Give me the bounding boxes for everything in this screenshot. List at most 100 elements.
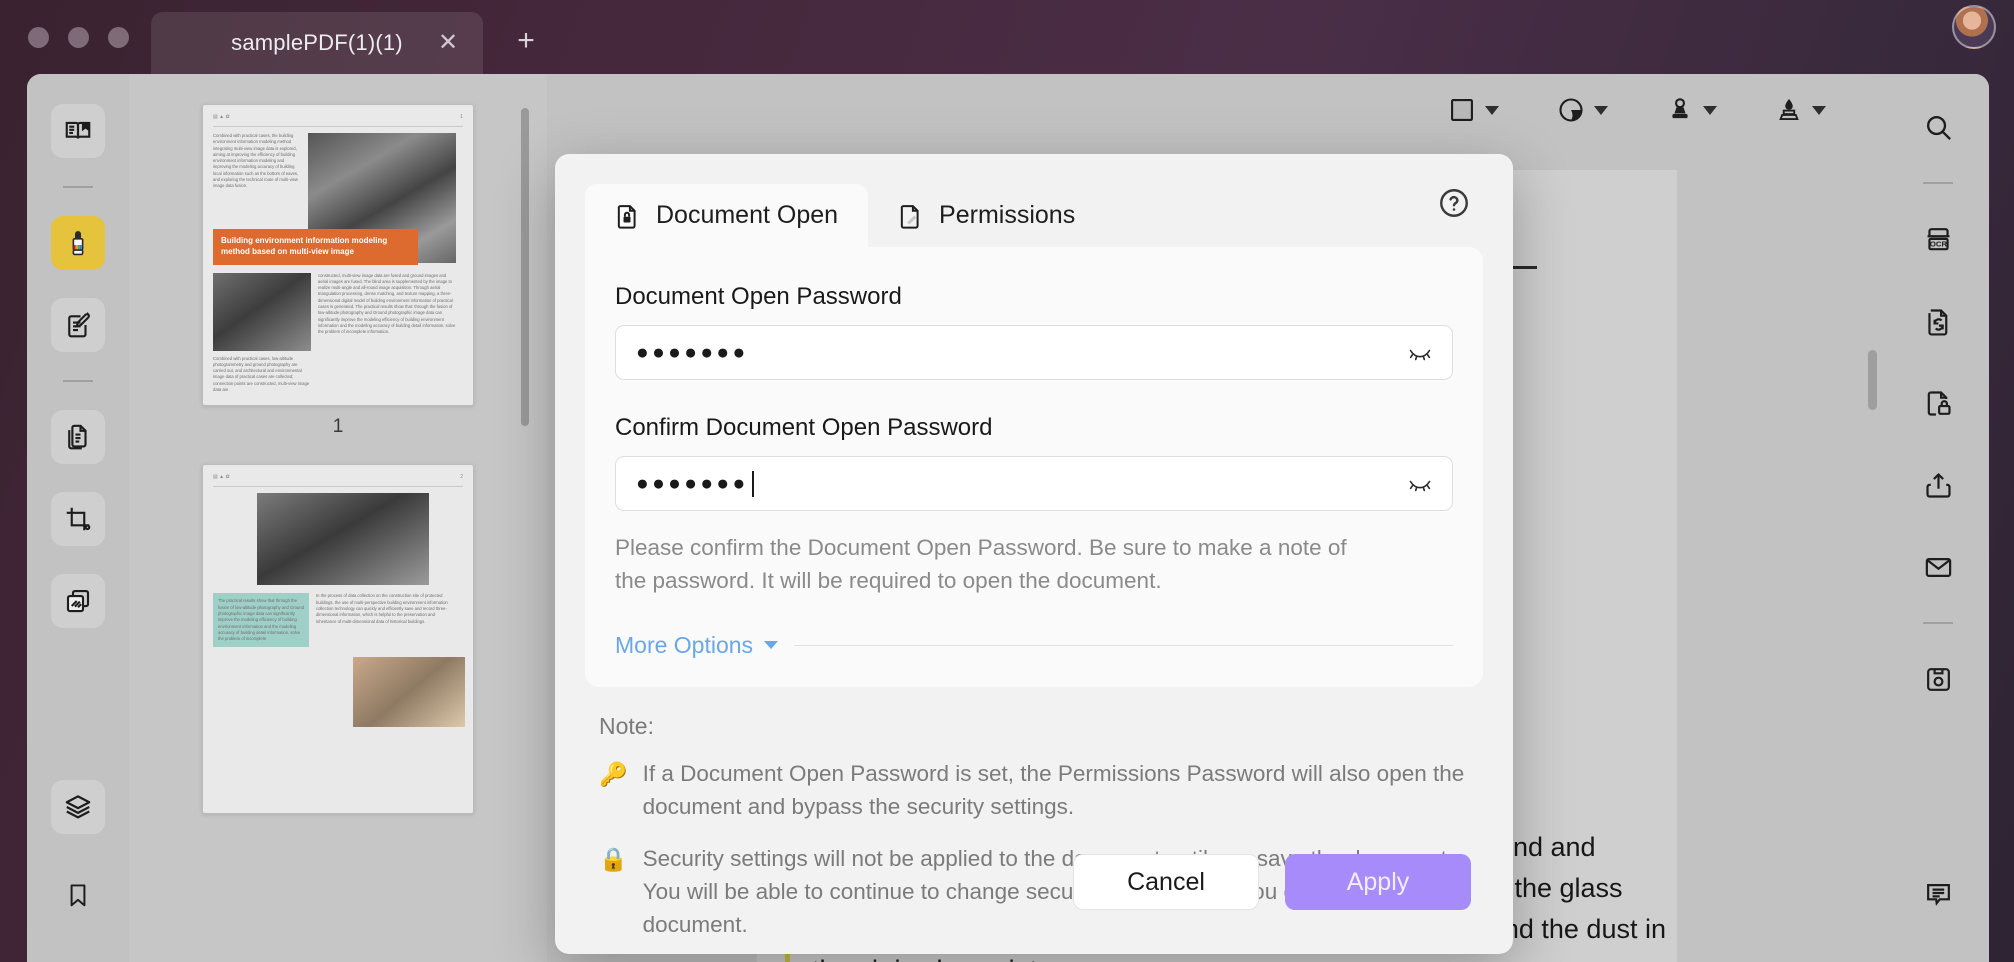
apply-button[interactable]: Apply (1285, 854, 1471, 910)
sidebar-item-protect[interactable] (1911, 376, 1965, 430)
key-emoji: 🔑 (599, 761, 628, 787)
thumb-header-2: ▤ ▲ ✿ 2 (213, 474, 463, 481)
thumb2-col2-text: In the process of data collection on the… (316, 593, 448, 624)
confirm-password-field[interactable]: ●●●●●●● (615, 456, 1453, 511)
highlighter-icon (63, 228, 93, 258)
crop-icon (63, 504, 93, 534)
eye-closed-icon[interactable] (1404, 472, 1436, 496)
sidebar-item-convert[interactable] (1911, 294, 1965, 348)
book-icon (63, 116, 93, 146)
rail-divider-1 (63, 186, 93, 188)
chevron-down-icon[interactable] (1485, 105, 1499, 115)
thumbnail-page-2[interactable]: ▤ ▲ ✿ 2 The practical results show that t… (202, 464, 474, 815)
help-icon[interactable] (1437, 186, 1471, 220)
maximize-window-button[interactable] (108, 26, 129, 48)
sidebar-item-crop-page[interactable] (51, 492, 105, 546)
sidebar-item-watermark[interactable] (51, 574, 105, 628)
text-cursor (751, 470, 754, 497)
note-title: Note: (599, 713, 654, 739)
confirm-password-label: Confirm Document Open Password (615, 414, 993, 441)
note-text-key: If a Document Open Password is set, the … (642, 761, 1465, 819)
dialog-tabs: Document Open Permissions (555, 154, 1513, 247)
thumb2-col1-text: The practical results show that through … (218, 598, 304, 642)
tab-title: samplePDF(1)(1) (231, 30, 403, 55)
note-icon (1557, 96, 1585, 124)
lock-emoji: 🔒 (599, 846, 628, 873)
dialog-body-card: Document Open Password ●●●●●●● Confirm D… (585, 247, 1483, 687)
sidebar-item-annotate-tool[interactable] (51, 298, 105, 352)
page-thumbnail-panel[interactable]: ▤ ▲ ✿ 1 Combined with practical cases, th… (129, 74, 547, 962)
chevron-down-icon[interactable] (1703, 105, 1717, 115)
sticky-note-tool-button[interactable] (1557, 96, 1608, 124)
permissions-document-icon (896, 202, 924, 230)
thumb-col2-text: constructed, multi-view image data are f… (318, 272, 456, 335)
security-settings-dialog: Document Open Permissions Document Open … (555, 154, 1513, 954)
left-toolbar-rail (27, 74, 129, 962)
sidebar-item-ocr[interactable]: OCR (1911, 212, 1965, 266)
thumb-caption: Combined with practical cases, low-altit… (213, 355, 310, 393)
lock-document-icon (613, 202, 641, 230)
sidebar-item-email[interactable] (1911, 540, 1965, 594)
more-options-divider (794, 644, 1453, 646)
close-tab-icon[interactable]: ✕ (435, 30, 461, 56)
stamp-icon (1666, 96, 1694, 124)
window-titlebar: samplePDF(1)(1) ✕ + (0, 0, 2014, 74)
convert-document-icon (1923, 306, 1954, 337)
thumbnail-page-1[interactable]: ▤ ▲ ✿ 1 Combined with practical cases, th… (202, 104, 474, 407)
traffic-lights (28, 26, 129, 48)
cancel-button[interactable]: Cancel (1073, 854, 1259, 910)
minimize-window-button[interactable] (68, 26, 89, 48)
ocr-icon: OCR (1923, 224, 1954, 255)
tab-permissions-label: Permissions (939, 201, 1076, 229)
lock-document-icon (1923, 388, 1954, 419)
note-row-key: 🔑 If a Document Open Password is set, th… (599, 758, 1469, 823)
edit-document-icon (63, 310, 93, 340)
sidebar-item-organize-pages[interactable] (51, 410, 105, 464)
tab-samplepdf[interactable]: samplePDF(1)(1) ✕ (151, 12, 483, 74)
share-upload-icon (1923, 470, 1954, 501)
thumb-banner: Building environment information modelin… (213, 229, 418, 265)
sidebar-item-highlight-tool[interactable] (51, 216, 105, 270)
bookmark-icon (64, 881, 92, 909)
svg-text:OCR: OCR (1929, 239, 1947, 248)
sidebar-item-share[interactable] (1911, 458, 1965, 512)
rail-divider-2 (63, 380, 93, 382)
new-tab-button[interactable]: + (509, 24, 543, 58)
dialog-actions: Cancel Apply (1073, 854, 1471, 910)
thumbnail-scrollbar[interactable] (521, 108, 529, 426)
chevron-down-icon[interactable] (1594, 105, 1608, 115)
open-password-label: Document Open Password (615, 283, 902, 310)
tab-document-open-label: Document Open (656, 201, 839, 229)
more-options-label: More Options (615, 631, 754, 658)
shape-tool-button[interactable] (1448, 96, 1499, 124)
search-icon (1923, 112, 1954, 143)
layers-icon (63, 792, 93, 822)
document-scrollbar[interactable] (1868, 350, 1877, 410)
thumb-header: ▤ ▲ ✿ 1 (213, 114, 463, 120)
stamp-tool-button[interactable] (1666, 96, 1717, 124)
annotation-toolbar (547, 74, 1887, 146)
pages-icon (63, 422, 93, 452)
tab-strip: samplePDF(1)(1) ✕ + (151, 0, 543, 74)
sidebar-item-bookmarks-panel[interactable] (51, 868, 105, 922)
confirm-password-value: ●●●●●●● (636, 472, 749, 495)
avatar[interactable] (1952, 5, 1996, 49)
tab-document-open[interactable]: Document Open (585, 184, 869, 247)
more-options-toggle[interactable]: More Options (615, 631, 779, 659)
sidebar-item-comments[interactable] (1911, 866, 1965, 920)
tab-permissions[interactable]: Permissions (868, 184, 1105, 247)
chevron-down-icon[interactable] (1812, 105, 1826, 115)
pen-nib-icon (1775, 96, 1803, 124)
square-icon (1448, 96, 1476, 124)
sidebar-item-layers-panel[interactable] (51, 780, 105, 834)
background-icon (63, 586, 93, 616)
right-toolbar-rail: OCR (1887, 74, 1989, 962)
eye-closed-icon[interactable] (1404, 341, 1436, 365)
envelope-icon (1923, 552, 1954, 583)
sidebar-item-save[interactable] (1911, 652, 1965, 706)
sidebar-item-reader-view[interactable] (51, 104, 105, 158)
open-password-field[interactable]: ●●●●●●● (615, 325, 1453, 380)
close-window-button[interactable] (28, 26, 49, 48)
signature-tool-button[interactable] (1775, 96, 1826, 124)
sidebar-item-search[interactable] (1911, 100, 1965, 154)
